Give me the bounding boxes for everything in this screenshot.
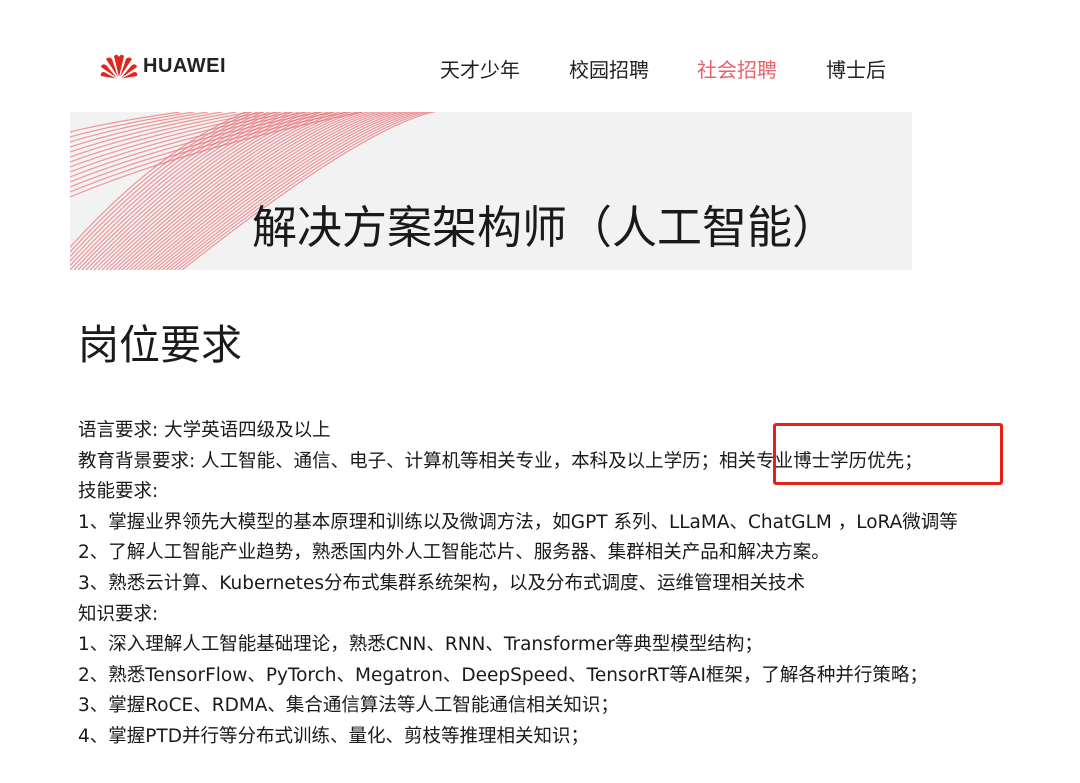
nav-item-postdoc[interactable]: 博士后	[826, 56, 886, 84]
skill-item: 2、了解人工智能产业趋势，熟悉国内外人工智能芯片、服务器、集群相关产品和解决方案…	[78, 542, 830, 564]
logo-text: HUAWEI	[143, 54, 226, 77]
site-header: HUAWEI 天才少年 校园招聘 社会招聘 博士后	[0, 0, 1080, 112]
nav-item-genius-youth[interactable]: 天才少年	[440, 56, 520, 84]
highlight-box	[773, 423, 1003, 485]
knowledge-item: 3、掌握RoCE、RDMA、集合通信算法等人工智能通信相关知识；	[78, 695, 619, 717]
huawei-logo[interactable]: HUAWEI	[100, 53, 226, 79]
knowledge-item: 4、掌握PTD并行等分布式训练、量化、剪枝等推理相关知识；	[78, 725, 589, 747]
huawei-flower-icon	[100, 54, 138, 79]
knowledge-item: 1、深入理解人工智能基础理论，熟悉CNN、RNN、Transformer等典型模…	[78, 634, 763, 656]
nav-item-social-recruitment[interactable]: 社会招聘	[697, 56, 777, 84]
job-banner: 解决方案架构师（人工智能）	[70, 112, 912, 270]
job-title: 解决方案架构师（人工智能）	[252, 201, 838, 254]
banner-line	[70, 112, 181, 133]
nav-item-campus-recruitment[interactable]: 校园招聘	[569, 56, 649, 84]
knowledge-heading: 知识要求:	[78, 603, 159, 625]
section-title: 岗位要求	[78, 321, 242, 369]
skill-item: 3、熟悉云计算、Kubernetes分布式集群系统架构，以及分布式调度、运维管理…	[78, 572, 805, 594]
skill-item: 1、掌握业界领先大模型的基本原理和训练以及微调方法，如GPT 系列、LLaMA、…	[78, 511, 958, 533]
knowledge-item: 2、熟悉TensorFlow、PyTorch、Megatron、DeepSpee…	[78, 664, 928, 686]
